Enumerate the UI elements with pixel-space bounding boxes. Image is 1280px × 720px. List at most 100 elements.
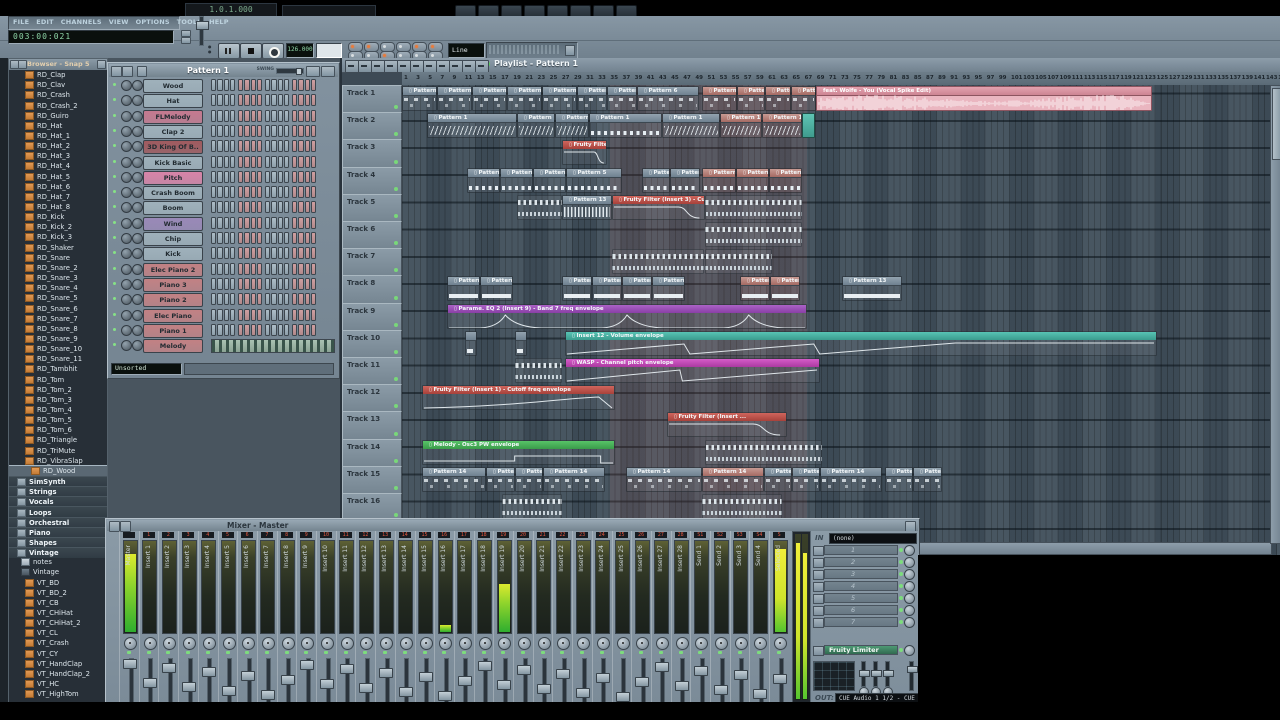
strip-pan-knob[interactable] — [636, 637, 649, 650]
channel-enable-led[interactable] — [113, 297, 116, 300]
step-cell[interactable] — [271, 293, 276, 305]
strip-fader-handle[interactable] — [261, 690, 275, 700]
step-cell[interactable] — [292, 324, 297, 336]
browser-item-rd_snare_5[interactable]: RD_Snare_5 — [9, 293, 108, 303]
track-mute-led[interactable] — [394, 296, 398, 300]
step-cell[interactable] — [244, 293, 249, 305]
strip-fader[interactable] — [227, 658, 232, 704]
step-cell[interactable] — [305, 156, 310, 168]
strip-pan-knob[interactable] — [557, 637, 570, 650]
strip-enable-led[interactable] — [541, 651, 545, 654]
step-cell[interactable] — [244, 171, 249, 183]
strip-fader-handle[interactable] — [616, 692, 630, 702]
step-cell[interactable] — [265, 217, 270, 229]
step-cell[interactable] — [271, 201, 276, 213]
rack-mini-button[interactable] — [122, 66, 133, 77]
step-cell[interactable] — [224, 309, 229, 321]
mixer-strip-insert-10[interactable]: 10Insert 10 — [316, 531, 336, 703]
step-cell[interactable] — [271, 217, 276, 229]
mixer-strip-insert-28[interactable]: 28Insert 28 — [671, 531, 691, 703]
fx-slot-name[interactable]: 6 — [824, 605, 898, 615]
step-cell[interactable] — [278, 140, 283, 152]
browser-item-rd_snare_7[interactable]: RD_Snare_7 — [9, 314, 108, 324]
channel-enable-led[interactable] — [113, 313, 116, 316]
strip-fader-handle[interactable] — [694, 666, 708, 676]
step-cell[interactable] — [265, 263, 270, 275]
pattern-clip[interactable]: Pattern 8 — [770, 276, 800, 301]
step-cell[interactable] — [298, 79, 303, 91]
pattern-clip[interactable]: Pattern... — [792, 467, 820, 492]
step-cell[interactable] — [298, 201, 303, 213]
pattern-clip[interactable]: Pattern 3 — [702, 86, 737, 111]
step-cell[interactable] — [265, 186, 270, 198]
step-cell[interactable] — [257, 140, 262, 152]
browser-item-rd_snare[interactable]: RD_Snare — [9, 253, 108, 263]
step-cell[interactable] — [257, 247, 262, 259]
strip-enable-led[interactable] — [777, 651, 781, 654]
pattern-clip[interactable]: Pattern 8 — [592, 276, 622, 301]
channel-enable-led[interactable] — [113, 190, 116, 193]
automation-clip[interactable]: Melody - Osc3 PW envelope — [422, 440, 615, 465]
step-cell[interactable] — [224, 125, 229, 137]
strip-enable-led[interactable] — [501, 651, 505, 654]
strip-pan-knob[interactable] — [420, 637, 433, 650]
step-cell[interactable] — [284, 232, 289, 244]
channel-vol-knob[interactable] — [132, 279, 143, 290]
step-cell[interactable] — [230, 79, 235, 91]
fx-slot-name[interactable]: 4 — [824, 581, 898, 591]
step-cell[interactable] — [311, 156, 316, 168]
channel-filter-select[interactable]: Unsorted — [111, 363, 182, 375]
browser-item-rd_snare_3[interactable]: RD_Snare_3 — [9, 273, 108, 283]
step-cell[interactable] — [238, 125, 243, 137]
fx-slot-enable-led[interactable] — [899, 560, 903, 564]
fx-slot-menu-button[interactable] — [813, 558, 824, 568]
step-cell[interactable] — [278, 94, 283, 106]
step-cell[interactable] — [230, 263, 235, 275]
step-cell[interactable] — [311, 186, 316, 198]
channel-pan-knob[interactable] — [121, 172, 132, 183]
browser-item-rd_crash[interactable]: RD_Crash — [9, 90, 108, 100]
pattern-clip[interactable] — [802, 113, 815, 138]
step-cell[interactable] — [265, 171, 270, 183]
strip-fader[interactable] — [365, 658, 370, 704]
channel-button[interactable]: Wind — [143, 217, 203, 231]
step-cell[interactable] — [265, 278, 270, 290]
pattern-clip[interactable]: Pattern 14 — [543, 467, 605, 492]
track-mute-led[interactable] — [394, 268, 398, 272]
menu-edit[interactable]: EDIT — [36, 18, 54, 26]
pattern-clip[interactable] — [515, 331, 527, 356]
pattern-clip[interactable] — [612, 249, 704, 274]
pattern-clip[interactable] — [705, 195, 802, 220]
pattern-clip[interactable]: Pattern 8 — [652, 276, 685, 301]
strip-fader-handle[interactable] — [241, 671, 255, 681]
step-cell[interactable] — [298, 125, 303, 137]
pattern-clip[interactable] — [502, 494, 562, 519]
strip-enable-led[interactable] — [659, 651, 663, 654]
pattern-clip[interactable]: Pattern... — [764, 467, 792, 492]
browser-item-rd_hat_7[interactable]: RD_Hat_7 — [9, 192, 108, 202]
strip-enable-led[interactable] — [620, 651, 624, 654]
step-cell[interactable] — [265, 247, 270, 259]
step-cell[interactable] — [265, 125, 270, 137]
mixer-strip-insert-22[interactable]: 22Insert 22 — [552, 531, 572, 703]
step-cell[interactable] — [311, 278, 316, 290]
browser-forward-button[interactable] — [18, 60, 27, 69]
step-cell[interactable] — [257, 94, 262, 106]
strip-fader-handle[interactable] — [438, 691, 452, 701]
step-cell[interactable] — [244, 324, 249, 336]
step-cell[interactable] — [217, 110, 222, 122]
track-mute-led[interactable] — [394, 513, 398, 517]
step-cell[interactable] — [224, 201, 229, 213]
step-cell[interactable] — [257, 171, 262, 183]
pattern-clip[interactable]: Pattern 2 — [737, 86, 765, 111]
step-cell[interactable] — [311, 309, 316, 321]
step-cell[interactable] — [244, 79, 249, 91]
step-cell[interactable] — [257, 79, 262, 91]
strip-enable-led[interactable] — [285, 651, 289, 654]
strip-pan-knob[interactable] — [223, 637, 236, 650]
step-cell[interactable] — [298, 278, 303, 290]
step-cell[interactable] — [230, 232, 235, 244]
track-header-10[interactable]: Track 10 — [342, 330, 402, 358]
track-header-16[interactable]: Track 16 — [342, 493, 402, 521]
strip-fader-handle[interactable] — [635, 677, 649, 687]
